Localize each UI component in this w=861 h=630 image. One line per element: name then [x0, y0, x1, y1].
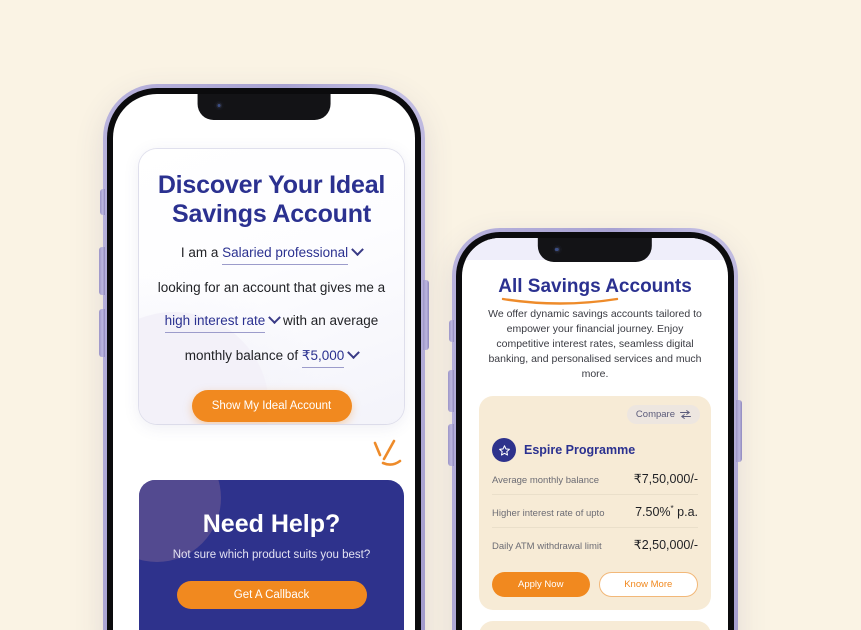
front-camera-icon: [214, 101, 224, 110]
phone-notch: [537, 238, 653, 262]
volume-up-button[interactable]: [448, 370, 454, 412]
left-screen-content: Discover Your Ideal Savings Account I am…: [113, 94, 415, 630]
need-help-subtitle: Not sure which product suits you best?: [172, 549, 371, 561]
compare-arrows-icon: [680, 410, 691, 419]
table-row: Average monthly balance ₹7,50,000/-: [492, 462, 698, 495]
smartphone-mockup-right: All Savings Accounts We offer dynamic sa…: [448, 228, 742, 630]
chevron-down-icon[interactable]: [347, 346, 361, 359]
product-actions: Apply Now Know More: [492, 572, 698, 598]
orange-underline-decoration: [501, 297, 619, 305]
all-savings-accounts-title: All Savings Accounts: [479, 276, 711, 305]
know-more-button[interactable]: Know More: [598, 572, 698, 598]
table-row: Daily ATM withdrawal limit ₹2,50,000/-: [492, 528, 698, 560]
phone-screen-right: All Savings Accounts We offer dynamic sa…: [462, 238, 728, 630]
star-icon: [492, 438, 516, 462]
volume-down-button[interactable]: [99, 309, 105, 357]
page-canvas: Discover Your Ideal Savings Account I am…: [0, 0, 861, 630]
chevron-down-icon[interactable]: [268, 311, 282, 324]
row-label: Higher interest rate of upto: [492, 508, 605, 520]
phone-screen-left: Discover Your Ideal Savings Account I am…: [113, 94, 415, 630]
interest-rate-dropdown[interactable]: high interest rate: [164, 311, 266, 333]
row-value: 7.50%* p.a.: [635, 504, 698, 519]
row-value: ₹7,50,000/-: [633, 472, 698, 486]
sentence-line-1: I am a Salaried professional: [153, 243, 390, 265]
compare-button[interactable]: Compare: [626, 405, 700, 424]
product-header: Espire Programme: [492, 438, 698, 462]
product-name: Espire Programme: [524, 443, 636, 457]
power-button[interactable]: [736, 400, 742, 462]
all-savings-accounts-title-text: All Savings Accounts: [498, 276, 692, 297]
silent-switch[interactable]: [100, 189, 105, 215]
product-card-espire: Compare Espire Programme Average monthly…: [479, 396, 711, 611]
show-my-ideal-account-button[interactable]: Show My Ideal Account: [191, 390, 352, 422]
row-value: ₹2,50,000/-: [633, 538, 698, 553]
persona-dropdown-value: Salaried professional: [222, 245, 349, 260]
sentence-mid: with an average: [283, 313, 379, 328]
apply-now-button[interactable]: Apply Now: [492, 572, 590, 598]
row-value-number: 7.50%: [635, 505, 671, 520]
row-label: Daily ATM withdrawal limit: [492, 541, 602, 553]
power-button[interactable]: [423, 280, 429, 350]
smartphone-mockup-left: Discover Your Ideal Savings Account I am…: [99, 84, 429, 630]
sentence-line-3: high interest rate with an average: [153, 311, 390, 333]
table-row: Higher interest rate of upto 7.50%* p.a.: [492, 495, 698, 529]
monthly-balance-dropdown-value: ₹5,000: [301, 348, 345, 363]
next-product-card-peek[interactable]: [479, 621, 711, 630]
row-label: Average monthly balance: [492, 475, 600, 486]
compare-button-label: Compare: [635, 409, 675, 420]
chevron-down-icon[interactable]: [351, 243, 365, 256]
sentence-line-4: monthly balance of ₹5,000: [153, 346, 390, 368]
sentence-suffix: monthly balance of: [184, 348, 299, 363]
need-help-card: Need Help? Not sure which product suits …: [139, 480, 404, 630]
get-a-callback-button[interactable]: Get A Callback: [176, 581, 367, 609]
right-screen-content: All Savings Accounts We offer dynamic sa…: [462, 238, 728, 630]
volume-up-button[interactable]: [99, 247, 105, 295]
need-help-title: Need Help?: [202, 510, 341, 538]
persona-dropdown[interactable]: Salaried professional: [222, 243, 349, 265]
interest-rate-dropdown-value: high interest rate: [164, 313, 266, 328]
volume-down-button[interactable]: [448, 424, 454, 466]
all-savings-accounts-description: We offer dynamic savings accounts tailor…: [488, 308, 702, 380]
row-value-suffix: p.a.: [673, 505, 698, 520]
silent-switch[interactable]: [449, 320, 454, 342]
front-camera-icon: [552, 245, 562, 254]
discover-card-title: Discover Your Ideal Savings Account: [157, 171, 386, 228]
spark-doodle-icon: [373, 439, 402, 466]
discover-ideal-account-card: Discover Your Ideal Savings Account I am…: [139, 149, 404, 424]
monthly-balance-dropdown[interactable]: ₹5,000: [301, 346, 345, 368]
sentence-prefix: I am a: [180, 245, 219, 260]
phone-notch: [197, 94, 331, 120]
sentence-line-2: looking for an account that gives me a: [157, 280, 386, 295]
